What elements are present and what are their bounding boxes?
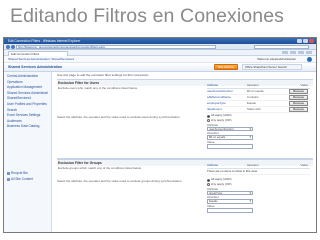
row-operator: Starts with [247,107,261,111]
radio-selected-icon [207,114,210,118]
remove-button[interactable]: Remove [289,89,308,94]
url-input[interactable]: http://litwareinc/_layouts/ssp/admin/con… [16,45,216,49]
sharepoint-header: Shared Services Administration Site Acti… [4,63,316,72]
column-header-attribute: Attribute [207,84,219,88]
table-row: department Starts with Remove [207,107,310,113]
left-nav-lower: Recycle Bin All Site Content [7,171,33,182]
empty-message: There are no items to show in this view. [207,168,258,173]
site-label[interactable]: Shared Services Administration: SharedSe… [8,57,74,62]
row-operator: Contains [247,95,259,99]
value-input[interactable] [207,207,253,213]
left-navigation: Central Administration Operations Applic… [4,72,52,232]
site-brand[interactable]: Shared Services Administration [8,65,62,69]
remove-button[interactable]: Remove [289,101,308,106]
user-filter-instructions: Select the attribute, the operator and t… [57,115,181,119]
browser-screenshot: Edit Connection Filters - Windows Intern… [3,37,317,233]
attribute-select[interactable]: groupType [207,190,253,196]
column-header-attribute: Attribute [207,164,219,168]
attribute-select[interactable]: userAccountControl [207,126,253,132]
forward-icon[interactable] [11,45,15,49]
operator-select[interactable]: Bit on equals [207,135,253,140]
site-content-icon [7,177,10,181]
slide-heading: Editando Filtros en Conexiones [10,5,284,27]
welcome-menu[interactable]: Welcome Litware\Administrator [257,57,296,62]
site-actions-button[interactable]: Site Actions [214,64,238,70]
radio-unselected-icon [207,119,210,123]
row-attribute: userAccountControl [207,89,233,93]
nav-item-user-profiles[interactable]: User Profiles and Properties [7,102,48,108]
row-operator: Equals [247,101,256,105]
close-icon[interactable] [309,39,314,43]
column-header-operator: Operator [247,164,259,168]
toolbar-icons [282,51,312,54]
window-controls [297,39,314,43]
maximize-icon[interactable] [303,39,308,43]
user-filter-grid: Attribute Operator Value userAccountCont… [207,83,310,113]
nav-item-all-site-content[interactable]: All Site Content [7,177,33,183]
column-header-value: Value [300,83,308,88]
nav-item-application-management[interactable]: Application Management [7,85,48,91]
search-scope-select[interactable]: Office SharePoint Server Search [242,64,302,70]
sharepoint-topbar: Shared Services Administration: SharedSe… [4,56,316,63]
group-filter-grid: Attribute Operator Value There are no it… [207,163,310,175]
back-icon[interactable] [6,45,10,49]
group-filter-instructions: Select the attribute, the operator and t… [57,179,183,183]
radio-any-label: Any apply (OR) [211,117,232,122]
user-filter-editor: All apply (AND) Any apply (OR) Attribute… [207,114,310,149]
column-header-operator: Operator [247,84,259,88]
radio-selected-icon [207,178,210,182]
home-icon[interactable] [282,51,288,54]
page-intro: Use this page to edit the exclusion filt… [57,73,150,77]
row-attribute: employeeType [207,101,226,105]
empty-row: There are no items to show in this view. [207,169,310,175]
remove-button[interactable]: Remove [289,95,308,100]
column-header-value: Value [300,163,308,168]
page-icon[interactable] [298,51,304,54]
radio-unselected-icon [207,183,210,187]
group-filter-editor: All apply (AND) Any apply (OR) Attribute… [207,178,310,213]
row-attribute: sAMAccountName [207,95,231,99]
window-title: Edit Connection Filters - Windows Intern… [8,39,81,43]
recycle-bin-icon [7,172,10,176]
browser-search-input[interactable] [254,45,309,49]
row-attribute: department [207,107,222,111]
remove-button[interactable]: Remove [289,107,308,112]
nav-item-bdc[interactable]: Business Data Catalog [7,124,48,130]
all-site-content-label: All Site Content [11,176,33,181]
print-icon[interactable] [290,51,296,54]
tools-icon[interactable] [306,51,312,54]
radio-any-label: Any apply (OR) [211,181,232,186]
value-input[interactable] [207,143,253,149]
row-operator: Bit on equals [247,89,264,93]
operator-select[interactable]: Equals [207,199,253,204]
minimize-icon[interactable] [297,39,302,43]
main-content: Use this page to edit the exclusion filt… [54,72,316,232]
help-icon[interactable] [307,57,312,62]
